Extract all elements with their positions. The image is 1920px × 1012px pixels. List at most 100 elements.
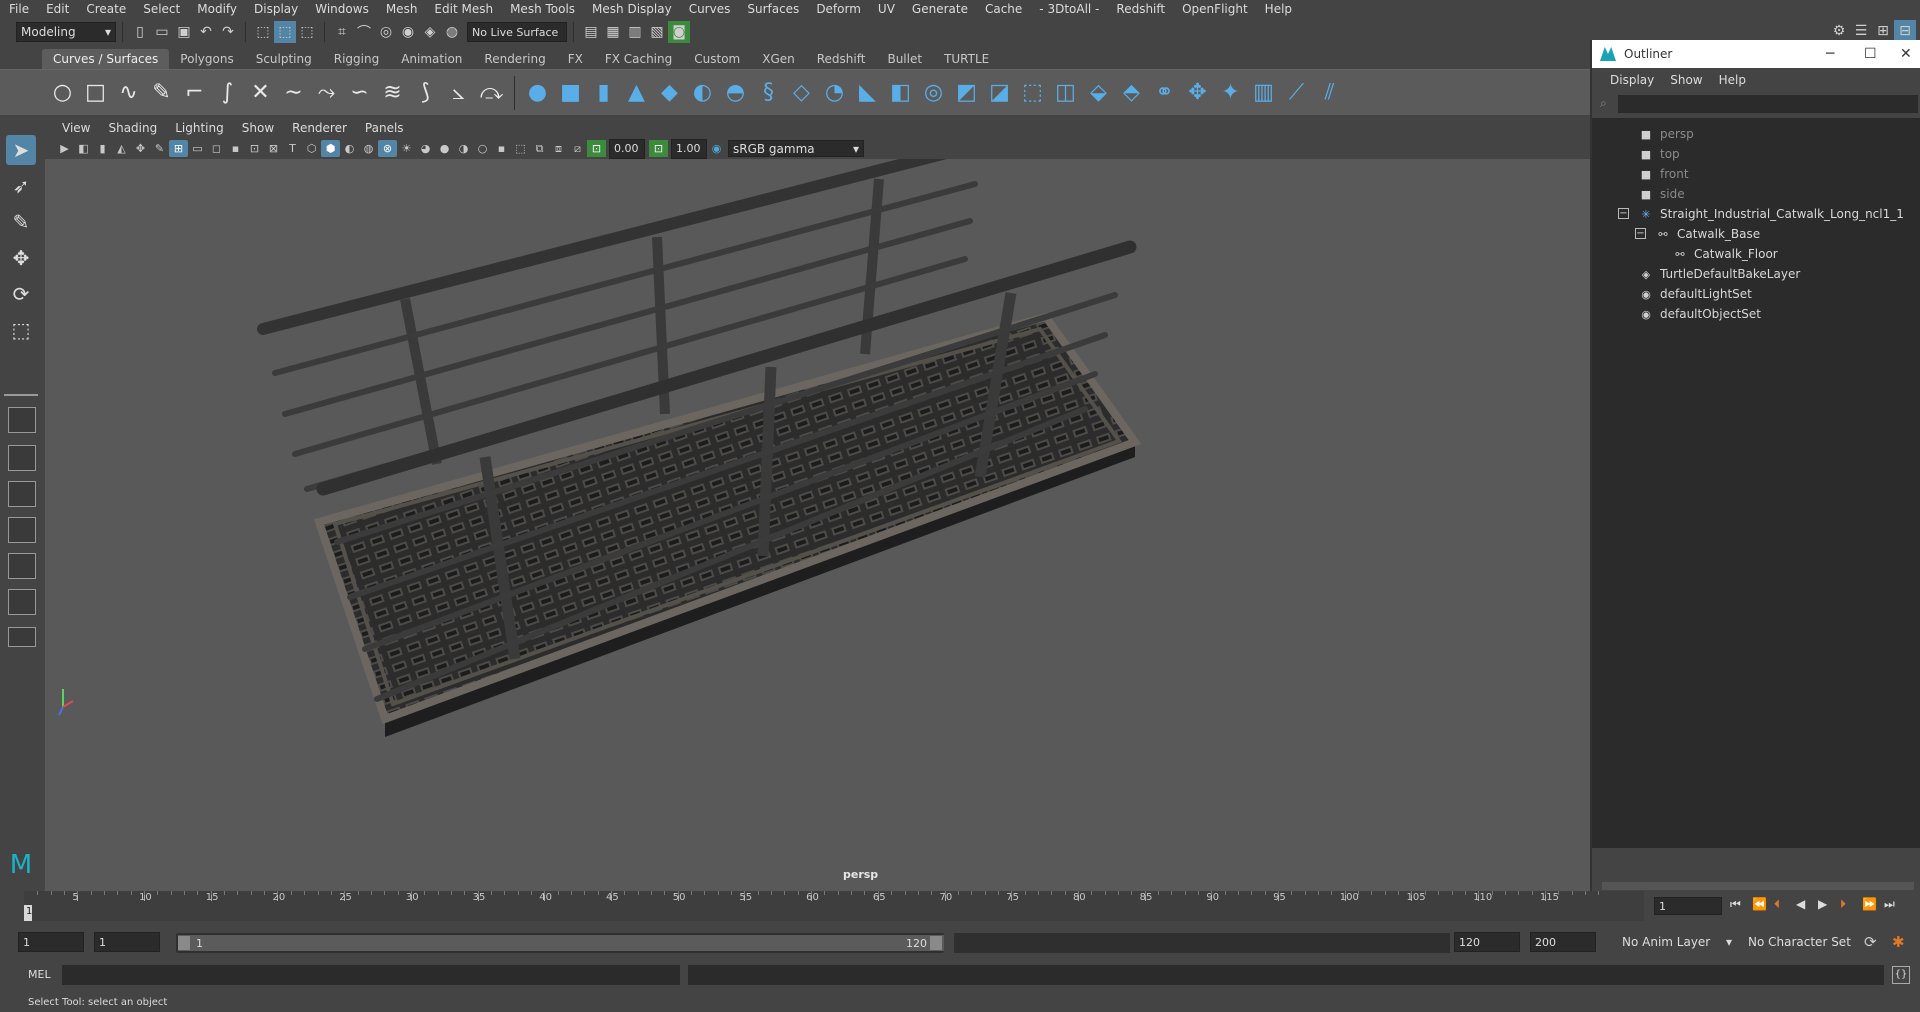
collapse-toggle-icon[interactable]: − xyxy=(1618,208,1629,219)
hypershade-icon[interactable]: ◙ xyxy=(668,21,690,43)
surface-editing-icon[interactable]: ⫽ xyxy=(1313,76,1346,110)
four-view-layout-icon[interactable] xyxy=(8,445,36,471)
shelf-tab-animation[interactable]: Animation xyxy=(390,49,473,69)
command-language-label[interactable]: MEL xyxy=(28,968,51,981)
animation-preferences-icon[interactable]: ✱ xyxy=(1892,933,1905,951)
bookmark-icon[interactable]: ▮ xyxy=(93,140,112,157)
panel-menu-panels[interactable]: Panels xyxy=(356,121,413,135)
minimize-icon[interactable]: ─ xyxy=(1826,46,1834,62)
2d-pan-zoom-icon[interactable]: ✥ xyxy=(131,140,150,157)
step-back-frame-icon[interactable]: ⏪ xyxy=(1752,897,1767,911)
shelf-tab-fx-caching[interactable]: FX Caching xyxy=(594,49,683,69)
bevel-plus-icon[interactable]: ◧ xyxy=(884,76,917,110)
script-editor-icon[interactable]: {} xyxy=(1892,966,1910,984)
open-close-icon[interactable]: ⬘ xyxy=(1115,76,1148,110)
view-transform-selector[interactable]: sRGB gamma ▾ xyxy=(728,140,864,157)
rebuild-curve-icon[interactable]: ⟆ xyxy=(409,76,442,110)
planar-icon[interactable]: ◇ xyxy=(785,76,818,110)
playback-start-field[interactable]: 1 xyxy=(94,932,160,952)
open-scene-icon[interactable]: ▭ xyxy=(151,21,173,43)
shadows-icon[interactable]: ◕ xyxy=(416,140,435,157)
save-scene-icon[interactable]: ▣ xyxy=(173,21,195,43)
xray-joints-icon[interactable]: ⧈ xyxy=(549,140,568,157)
use-default-material-icon[interactable]: ◐ xyxy=(340,140,359,157)
step-forward-frame-icon[interactable]: ⏩ xyxy=(1862,897,1877,911)
menu-edit-mesh[interactable]: Edit Mesh xyxy=(425,0,501,18)
panel-menu-renderer[interactable]: Renderer xyxy=(283,121,356,135)
outliner-menu-show[interactable]: Show xyxy=(1662,73,1710,87)
outliner-item-persp[interactable]: ■ persp xyxy=(1638,124,1694,144)
move-tool-icon[interactable]: ✥ xyxy=(6,243,36,273)
snap-view-icon[interactable]: ◉ xyxy=(397,21,419,43)
bend-curve-icon[interactable]: ⤼ xyxy=(475,76,508,110)
snap-curve-icon[interactable]: ⌒ xyxy=(353,21,375,43)
current-frame-field[interactable]: 1 xyxy=(1654,897,1722,915)
menu-edit[interactable]: Edit xyxy=(37,0,77,18)
project-curve-icon[interactable]: ◎ xyxy=(917,76,950,110)
channel-box-icon[interactable]: ⊟ xyxy=(1894,20,1916,42)
redo-icon[interactable]: ↷ xyxy=(217,21,239,43)
gamma-toggle-icon[interactable]: ⊡ xyxy=(649,140,668,157)
trim-tool-icon[interactable]: ◪ xyxy=(983,76,1016,110)
auto-key-icon[interactable]: ⟳ xyxy=(1864,933,1877,951)
menu-windows[interactable]: Windows xyxy=(306,0,377,18)
textured-icon[interactable]: ⊗ xyxy=(378,140,397,157)
image-plane-icon[interactable]: ◭ xyxy=(112,140,131,157)
lasso-tool-icon[interactable]: ➶ xyxy=(6,171,36,201)
menu-curves[interactable]: Curves xyxy=(680,0,739,18)
nurbs-sphere-icon[interactable]: ● xyxy=(521,76,554,110)
paint-select-icon[interactable]: ✎ xyxy=(6,207,36,237)
snap-grid-icon[interactable]: ⌗ xyxy=(331,21,353,43)
time-slider[interactable]: 5 10 15 20 25 30 35 40 45 50 55 60 65 70 75 80 85 90 95 100… xyxy=(0,891,1920,921)
tool-settings-icon[interactable]: ⊞ xyxy=(1872,20,1894,42)
ambient-occlusion-icon[interactable]: ● xyxy=(435,140,454,157)
revolve-icon[interactable]: ◓ xyxy=(719,76,752,110)
collapse-toggle-icon[interactable]: − xyxy=(1635,228,1646,239)
menu-redshift[interactable]: Redshift xyxy=(1107,0,1173,18)
persp-outliner-layout-icon[interactable] xyxy=(8,553,36,579)
extend-curve-icon[interactable]: ∽ xyxy=(343,76,376,110)
exposure-toggle-icon[interactable]: ⊡ xyxy=(587,140,606,157)
menu-mesh-display[interactable]: Mesh Display xyxy=(583,0,680,18)
motion-blur-icon[interactable]: ◑ xyxy=(454,140,473,157)
grid-icon[interactable]: ⊞ xyxy=(169,140,188,157)
close-icon[interactable]: ✕ xyxy=(1900,46,1912,62)
snap-surface-icon[interactable]: ◈ xyxy=(419,21,441,43)
extend-surface-icon[interactable]: ✥ xyxy=(1181,76,1214,110)
hypershade-layout-icon[interactable] xyxy=(8,589,36,615)
offset-surface-icon[interactable]: ✦ xyxy=(1214,76,1247,110)
outliner-search-input[interactable] xyxy=(1618,95,1918,113)
resolution-gate-icon[interactable]: ◻ xyxy=(207,140,226,157)
extrude-icon[interactable]: ◔ xyxy=(818,76,851,110)
outliner-menu-help[interactable]: Help xyxy=(1711,73,1754,87)
ep-curve-icon[interactable]: ∿ xyxy=(112,76,145,110)
select-component-icon[interactable]: ⬚ xyxy=(296,21,318,43)
wireframe-icon[interactable]: ⬡ xyxy=(302,140,321,157)
outliner-item-defaultobjectset[interactable]: ◉ defaultObjectSet xyxy=(1638,304,1761,324)
outliner-item-top[interactable]: ■ top xyxy=(1638,144,1680,164)
outliner-item-catwalk-base[interactable]: ⚯ Catwalk_Base xyxy=(1655,224,1760,244)
insert-isoparms-icon[interactable]: ⚭ xyxy=(1148,76,1181,110)
step-forward-key-icon[interactable]: ⏵ xyxy=(1840,897,1846,912)
snap-center-icon[interactable]: ◍ xyxy=(441,21,463,43)
nurbs-cylinder-icon[interactable]: ▮ xyxy=(587,76,620,110)
menu-create[interactable]: Create xyxy=(77,0,134,18)
attach-curves-icon[interactable]: ✕ xyxy=(244,76,277,110)
fillet-curve-icon[interactable]: ⦣ xyxy=(442,76,475,110)
outliner-item-catwalk-floor[interactable]: ⚯ Catwalk_Floor xyxy=(1672,244,1777,264)
panel-menu-show[interactable]: Show xyxy=(233,121,283,135)
single-perspective-layout-icon[interactable] xyxy=(8,407,36,433)
attribute-editor-icon[interactable]: ☰ xyxy=(1850,20,1872,42)
panel-menu-shading[interactable]: Shading xyxy=(99,121,166,135)
go-to-start-icon[interactable]: ⏮ xyxy=(1730,897,1741,912)
persp-graph-layout-icon[interactable] xyxy=(8,517,36,543)
shelf-tab-bullet[interactable]: Bullet xyxy=(876,49,933,69)
render-settings-icon[interactable]: ▤ xyxy=(580,21,602,43)
outliner-item-defaultlightset[interactable]: ◉ defaultLightSet xyxy=(1638,284,1752,304)
color-management-icon[interactable]: ◉ xyxy=(707,140,726,157)
menu-mesh[interactable]: Mesh xyxy=(377,0,426,18)
select-hierarchy-icon[interactable]: ⬚ xyxy=(252,21,274,43)
film-gate-icon[interactable]: ▭ xyxy=(188,140,207,157)
play-forwards-icon[interactable]: ▶ xyxy=(1818,897,1827,911)
shelf-tab-fx[interactable]: FX xyxy=(557,49,594,69)
